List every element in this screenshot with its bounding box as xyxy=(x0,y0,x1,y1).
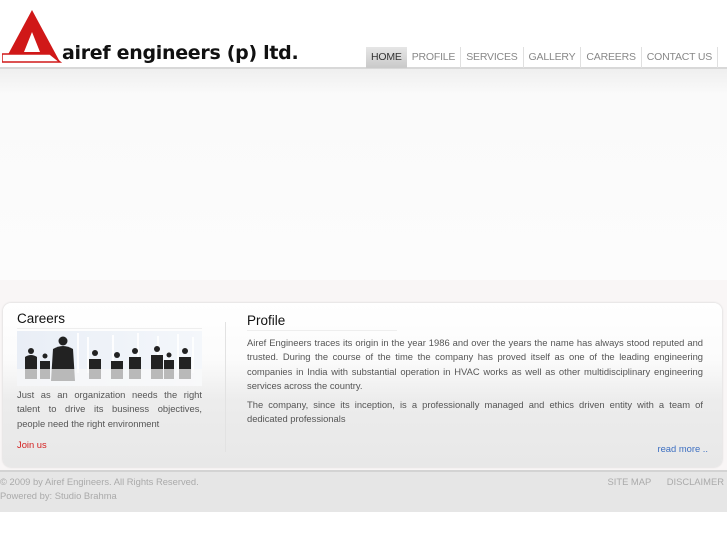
join-us-link[interactable]: Join us xyxy=(17,439,202,450)
powered-by-text: Powered by: Studio Brahma xyxy=(0,490,117,501)
profile-section: Profile Airef Engineers traces its origi… xyxy=(247,313,703,427)
nav-contact-us[interactable]: CONTACT US xyxy=(640,47,719,68)
header: airef engineers (p) ltd. HOME PROFILE SE… xyxy=(0,0,727,69)
careers-title: Careers xyxy=(17,311,202,329)
profile-paragraph: The company, since its inception, is a p… xyxy=(247,399,703,425)
main-nav: HOME PROFILE SERVICES GALLERY CAREERS CO… xyxy=(366,47,719,68)
careers-section: Careers Just as an organization needs th… xyxy=(17,311,202,450)
banner-area xyxy=(0,69,727,280)
nav-gallery[interactable]: GALLERY xyxy=(522,47,581,68)
nav-profile[interactable]: PROFILE xyxy=(407,47,461,68)
site-map-link[interactable]: SITE MAP xyxy=(607,476,651,487)
careers-text: Just as an organization needs the right … xyxy=(17,389,202,429)
brand-name[interactable]: airef engineers (p) ltd. xyxy=(62,42,299,64)
profile-paragraph: Airef Engineers traces its origin in the… xyxy=(247,337,703,391)
profile-title: Profile xyxy=(247,313,397,331)
footer: © 2009 by Airef Engineers. All Rights Re… xyxy=(0,470,727,512)
logo-icon[interactable] xyxy=(2,10,62,65)
people-image xyxy=(17,331,202,386)
copyright-text: © 2009 by Airef Engineers. All Rights Re… xyxy=(0,476,199,487)
read-more-link[interactable]: read more .. xyxy=(657,443,708,454)
nav-careers[interactable]: CAREERS xyxy=(580,47,640,68)
disclaimer-link[interactable]: DISCLAIMER xyxy=(667,476,724,487)
section-divider xyxy=(225,322,226,452)
nav-home[interactable]: HOME xyxy=(366,47,407,68)
nav-services[interactable]: SERVICES xyxy=(460,47,522,68)
